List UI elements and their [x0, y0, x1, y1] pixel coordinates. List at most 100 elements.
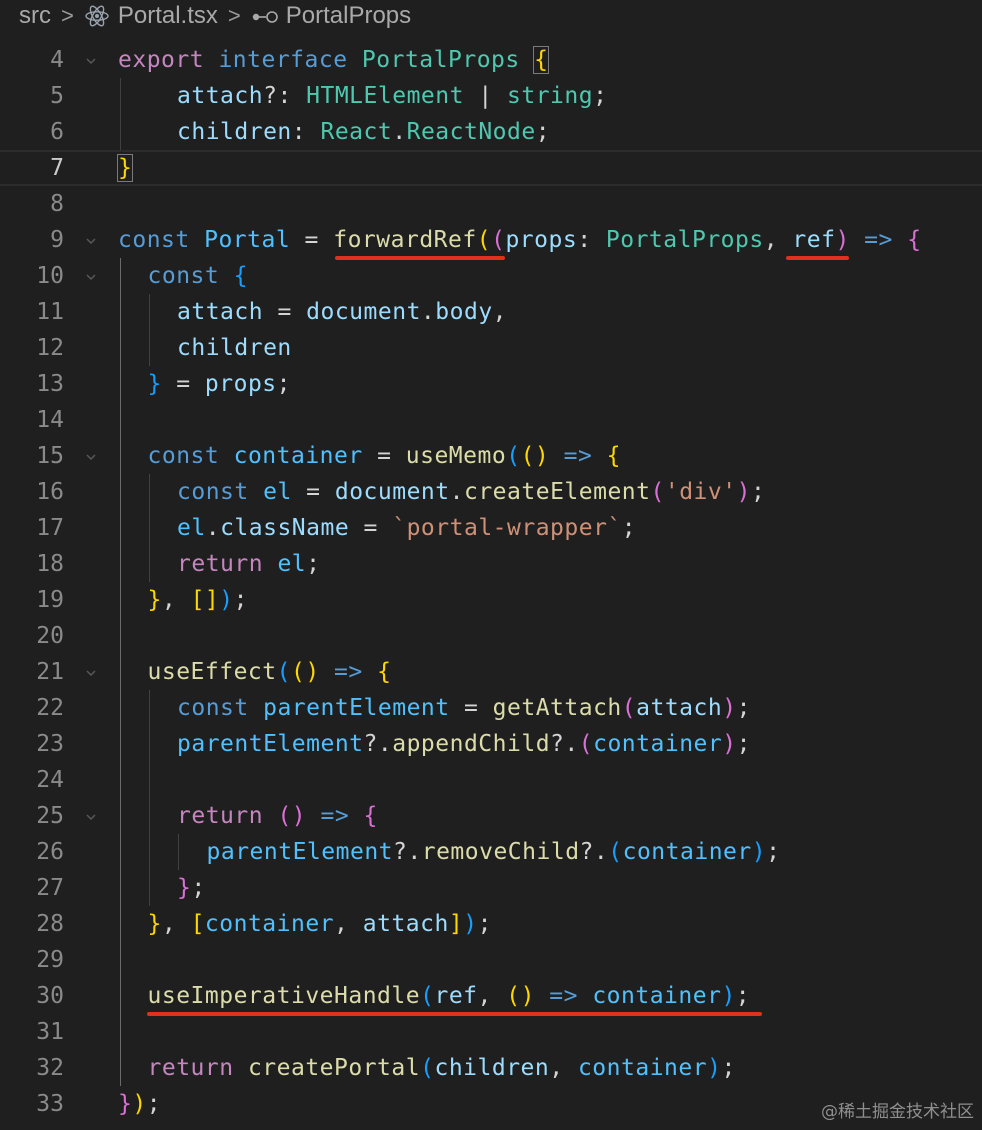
code-token: =>	[319, 659, 378, 685]
code-token: ;	[736, 695, 751, 721]
code-token: []	[190, 587, 220, 613]
code-line[interactable]: 29	[0, 942, 982, 978]
code-token: }	[116, 154, 134, 182]
line-number: 31	[36, 1019, 64, 1045]
code-token: ,	[763, 227, 793, 253]
code-token: {	[363, 803, 378, 829]
code-token: ?:	[263, 83, 307, 109]
code-line[interactable]: 23 parentElement?.appendChild?.(container…	[0, 726, 982, 762]
code-token: parentElement	[206, 839, 394, 865]
code-text: children: React.ReactNode;	[177, 114, 550, 150]
code-token: )	[722, 695, 737, 721]
code-line[interactable]: 25 return () => {	[0, 798, 982, 834]
code-line[interactable]: 10 const {	[0, 258, 982, 294]
code-line[interactable]: 9 const Portal = forwardRef((props: Porta…	[0, 222, 982, 258]
fold-chevron-icon[interactable]	[86, 56, 96, 66]
code-line[interactable]: 5 attach?: HTMLElement | string;	[0, 78, 982, 114]
red-underline-annotation	[147, 1012, 762, 1016]
code-token: el	[277, 551, 307, 577]
code-token: ,	[334, 911, 363, 937]
fold-chevron-icon[interactable]	[86, 668, 96, 678]
code-token: (	[608, 839, 623, 865]
code-token: ;	[721, 1055, 736, 1081]
line-number: 11	[36, 299, 64, 325]
code-token: ;	[621, 515, 637, 541]
code-token: {	[533, 46, 550, 74]
code-token: }	[147, 371, 162, 397]
code-line[interactable]: 18 return el;	[0, 546, 982, 582]
code-token: .	[449, 479, 464, 505]
code-line[interactable]: 15 const container = useMemo(() => {	[0, 438, 982, 474]
code-line[interactable]: 14	[0, 402, 982, 438]
code-token: createPortal	[247, 1055, 421, 1081]
code-token: )	[722, 731, 737, 757]
code-token: (	[506, 443, 521, 469]
code-line[interactable]: 21 useEffect(() => {	[0, 654, 982, 690]
code-line[interactable]: 16 const el = document.createElement('div…	[0, 474, 982, 510]
code-token: PortalProps	[361, 47, 535, 73]
code-line[interactable]: 30 useImperativeHandle(ref, () => contain…	[0, 978, 982, 1014]
code-text: const {	[148, 258, 248, 294]
watermark: @稀土掘金技术社区	[821, 1102, 974, 1122]
code-token: (	[578, 731, 594, 757]
line-number: 22	[36, 695, 64, 721]
code-line[interactable]: 20	[0, 618, 982, 654]
code-line[interactable]: 6 children: React.ReactNode;	[0, 114, 982, 150]
code-line[interactable]: 27};	[0, 870, 982, 906]
code-line[interactable]: 26 parentElement?.removeChild?.(container…	[0, 834, 982, 870]
code-line[interactable]: 24	[0, 762, 982, 798]
fold-chevron-icon[interactable]	[86, 236, 96, 246]
code-token: ?.	[550, 731, 579, 757]
code-token: )	[463, 911, 478, 937]
code-token: =>	[849, 227, 908, 253]
code-token: ;	[593, 83, 608, 109]
code-token: =	[291, 479, 335, 505]
code-line[interactable]: 31	[0, 1014, 982, 1050]
code-line[interactable]: 11 attach = document.body,	[0, 294, 982, 330]
code-token: =>	[306, 803, 364, 829]
code-line[interactable]: 22 const parentElement = getAttach(attach…	[0, 690, 982, 726]
code-line[interactable]: 28}, [container, attach]);	[0, 906, 982, 942]
fold-chevron-icon[interactable]	[86, 812, 96, 822]
code-text: parentElement?.appendChild?.(container);	[177, 726, 751, 762]
code-token: el	[263, 479, 292, 505]
code-line[interactable]: 19 }, []);	[0, 582, 982, 618]
code-line[interactable]: 7}	[0, 150, 982, 186]
code-token: `portal-wrapper`	[392, 515, 622, 541]
indent-guide	[120, 258, 121, 1086]
code-token: ;	[233, 587, 248, 613]
code-token: container	[204, 911, 335, 937]
line-number: 19	[36, 587, 64, 613]
code-line[interactable]: 13} = props;	[0, 366, 982, 402]
code-token: ;	[766, 839, 781, 865]
code-token: ?.	[393, 839, 422, 865]
chevron-right-icon: >	[61, 3, 74, 28]
breadcrumb-file[interactable]: Portal.tsx	[84, 3, 218, 29]
line-number: 15	[36, 443, 64, 469]
code-token: ;	[477, 911, 492, 937]
code-token: HTMLElement	[306, 83, 464, 109]
code-line[interactable]: 32 return createPortal(children, containe…	[0, 1050, 982, 1086]
code-token: (	[621, 695, 637, 721]
code-token: =	[263, 299, 307, 325]
code-line[interactable]: 4 export interface PortalProps {	[0, 42, 982, 78]
line-number: 27	[36, 875, 64, 901]
fold-chevron-icon[interactable]	[86, 272, 96, 282]
code-token: ;	[750, 479, 766, 505]
code-line[interactable]: 12 children	[0, 330, 982, 366]
code-token: const	[147, 263, 234, 289]
code-line[interactable]: 17 el.className = `portal-wrapper`;	[0, 510, 982, 546]
code-text: }, [container, attach]);	[148, 906, 492, 942]
code-token: [	[190, 911, 205, 937]
code-token: useEffect	[147, 659, 277, 685]
code-token: container	[233, 443, 363, 469]
breadcrumb-symbol[interactable]: PortalProps	[251, 4, 411, 28]
code-line[interactable]: 8	[0, 186, 982, 222]
fold-chevron-icon[interactable]	[86, 452, 96, 462]
code-token: parentElement	[263, 695, 450, 721]
breadcrumb-folder-src[interactable]: src	[19, 4, 51, 28]
code-token: :	[577, 227, 606, 253]
line-number: 16	[36, 479, 64, 505]
code-text: }	[116, 150, 134, 186]
code-text: }, []);	[148, 582, 248, 618]
